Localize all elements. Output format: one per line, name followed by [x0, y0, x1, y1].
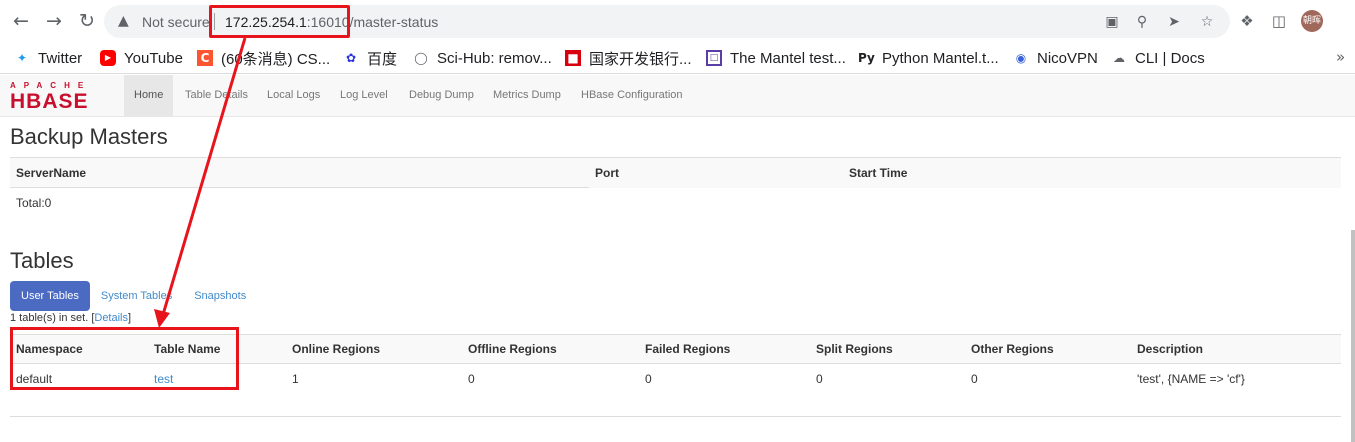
backup-masters-total: Total:0 [10, 187, 589, 218]
table-highlight-box [10, 327, 239, 390]
column-header-servername: ServerName [10, 157, 589, 188]
nav-hbase-configuration[interactable]: HBase Configuration [571, 75, 693, 117]
bookmark-python-mantel[interactable]: Py Python Mantel.t... [858, 48, 999, 68]
zoom-icon[interactable]: ⚲ [1133, 13, 1151, 31]
nav-log-level[interactable]: Log Level [330, 75, 398, 117]
cell-description: 'test', {NAME => 'cf'} [1137, 371, 1245, 386]
security-label[interactable]: Not secure [142, 14, 210, 30]
tab-user-tables[interactable]: User Tables [10, 281, 90, 311]
empty-cell [589, 188, 843, 218]
table-header-row: ServerName Port Start Time [10, 157, 1341, 188]
reload-icon[interactable]: ↻ [76, 10, 98, 32]
bookmark-nicovpn[interactable]: ◉ NicoVPN [1013, 48, 1098, 68]
backup-masters-title: Backup Masters [10, 124, 168, 149]
scrollbar[interactable] [1351, 230, 1355, 442]
column-header-failed-regions: Failed Regions [639, 334, 810, 364]
cell-online-regions: 1 [292, 371, 299, 386]
details-link[interactable]: Details [94, 312, 128, 324]
cell-other-regions: 0 [971, 371, 978, 386]
warning-icon[interactable]: ▲ [118, 13, 134, 29]
column-header-online-regions: Online Regions [286, 334, 462, 364]
bookmarks-overflow-icon[interactable]: » [1336, 48, 1345, 66]
tables-tabs: User Tables System Tables Snapshots [10, 281, 257, 311]
cell-offline-regions: 0 [468, 371, 475, 386]
cell-failed-regions: 0 [645, 371, 652, 386]
cell-split-regions: 0 [816, 371, 823, 386]
baidu-icon: ✿ [345, 51, 357, 65]
nav-table-details[interactable]: Table Details [175, 75, 258, 117]
hbase-navbar: APACHE HBASE Home Table Details Local Lo… [0, 75, 1355, 117]
translate-icon[interactable]: ▣ [1103, 13, 1121, 31]
youtube-icon: ▶ [100, 50, 116, 66]
star-icon[interactable]: ☆ [1198, 13, 1216, 31]
extensions-icon[interactable]: ❖ [1237, 11, 1257, 31]
annotation-arrow-head [154, 309, 170, 328]
table-count: 1 table(s) in set. [Details] [10, 312, 132, 324]
back-arrow-icon[interactable]: ← [10, 10, 32, 32]
twitter-icon: ✦ [16, 51, 28, 65]
column-header-port: Port [589, 157, 843, 188]
bookmark-scihub[interactable]: ◯ Sci-Hub: remov... [413, 48, 551, 68]
cloud-icon: ☁ [1113, 51, 1125, 65]
bookmark-csdn[interactable]: C (60条消息) CS... [197, 48, 330, 68]
tab-snapshots[interactable]: Snapshots [183, 281, 257, 311]
sidepanel-icon[interactable]: ◫ [1269, 11, 1289, 31]
url-highlight-box [209, 5, 350, 38]
tab-system-tables[interactable]: System Tables [90, 281, 183, 311]
send-icon[interactable]: ➤ [1165, 13, 1183, 31]
bookmark-bank[interactable]: ■ 国家开发银行... [565, 48, 692, 68]
column-header-description: Description [1131, 334, 1341, 364]
vpn-icon: ◉ [1015, 51, 1027, 65]
backup-masters-table: ServerName Port Start Time Total:0 [10, 157, 1341, 218]
forward-arrow-icon[interactable]: → [43, 10, 65, 32]
bookmarks-bar: ✦ Twitter ▶ YouTube C (60条消息) CS... ✿ 百度 ◯ Sc… [0, 43, 1355, 74]
hbase-logo[interactable]: APACHE HBASE [10, 81, 114, 113]
csdn-icon: C [197, 50, 213, 66]
browser-toolbar: ← → ↻ ▲ Not secure 172.25.254.1:16010/ma… [0, 0, 1355, 43]
tables-title: Tables [10, 248, 74, 273]
column-header-split-regions: Split Regions [810, 334, 965, 364]
nav-metrics-dump[interactable]: Metrics Dump [483, 75, 571, 117]
avatar[interactable]: 朝晖 [1301, 10, 1323, 32]
bank-icon: ■ [565, 50, 581, 66]
nav-local-logs[interactable]: Local Logs [257, 75, 330, 117]
bookmark-baidu[interactable]: ✿ 百度 [343, 48, 397, 68]
column-header-start-time: Start Time [843, 157, 1341, 188]
column-header-other-regions: Other Regions [965, 334, 1131, 364]
bookmark-mantel-test[interactable]: □ The Mantel test... [706, 48, 846, 68]
empty-cell [843, 188, 1341, 218]
bookmark-youtube[interactable]: ▶ YouTube [100, 48, 183, 68]
nav-home[interactable]: Home [124, 75, 174, 117]
divider [10, 416, 1341, 417]
page-icon: □ [706, 50, 722, 66]
python-icon: Py [858, 51, 875, 65]
bookmark-twitter[interactable]: ✦ Twitter [14, 48, 82, 68]
bookmark-cli-docs[interactable]: ☁ CLI | Docs [1111, 48, 1205, 68]
nav-debug-dump[interactable]: Debug Dump [399, 75, 484, 117]
column-header-offline-regions: Offline Regions [462, 334, 639, 364]
globe-icon: ◯ [414, 51, 428, 65]
table-row: Total:0 [10, 187, 1341, 218]
